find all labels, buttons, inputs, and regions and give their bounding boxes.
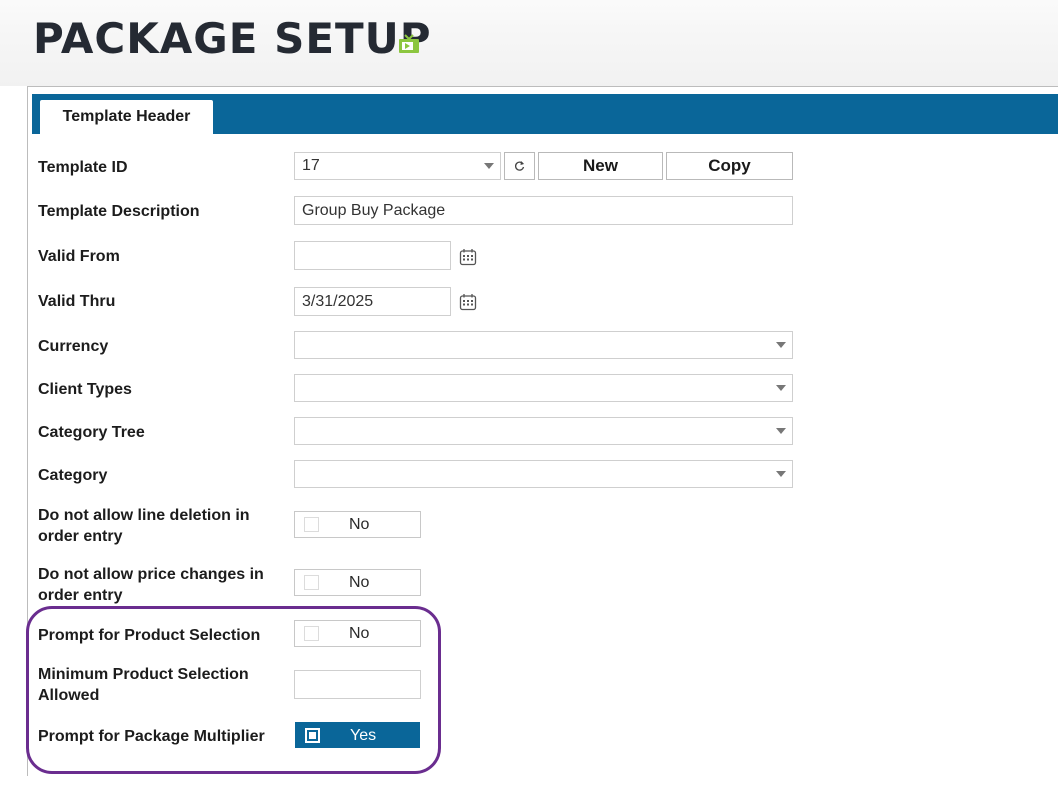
template-description-label: Template Description bbox=[38, 203, 200, 220]
no-line-deletion-label-line1: Do not allow line deletion in bbox=[38, 507, 250, 524]
valid-thru-label: Valid Thru bbox=[38, 293, 116, 310]
refresh-button[interactable] bbox=[504, 152, 535, 180]
template-id-dropdown[interactable]: 17 bbox=[294, 152, 501, 180]
template-id-value: 17 bbox=[302, 157, 320, 174]
min-product-selection-label: Minimum Product Selection Allowed bbox=[38, 664, 249, 706]
calendar-icon[interactable] bbox=[459, 293, 477, 311]
no-price-changes-label-line1: Do not allow price changes in bbox=[38, 566, 264, 583]
copy-button[interactable]: Copy bbox=[666, 152, 793, 180]
template-description-field[interactable]: Group Buy Package bbox=[294, 196, 793, 225]
chevron-down-icon[interactable] bbox=[770, 332, 792, 358]
category-tree-label: Category Tree bbox=[38, 424, 145, 441]
new-button[interactable]: New bbox=[538, 152, 663, 180]
chevron-down-icon[interactable] bbox=[770, 461, 792, 487]
no-line-deletion-value: No bbox=[349, 516, 370, 533]
valid-from-label: Valid From bbox=[38, 248, 120, 265]
valid-thru-field[interactable]: 3/31/2025 bbox=[294, 287, 451, 316]
no-price-changes-toggle[interactable]: No bbox=[294, 569, 421, 596]
no-price-changes-value: No bbox=[349, 574, 370, 591]
checkbox[interactable] bbox=[304, 517, 319, 532]
chevron-down-icon[interactable] bbox=[478, 153, 500, 179]
calendar-icon[interactable] bbox=[459, 248, 477, 266]
category-dropdown[interactable] bbox=[294, 460, 793, 488]
checkbox[interactable] bbox=[305, 728, 320, 743]
page-title: PACKAGE SETUP bbox=[33, 14, 432, 63]
prompt-product-selection-toggle[interactable]: No bbox=[294, 620, 421, 647]
tab-template-header[interactable]: Template Header bbox=[40, 100, 213, 134]
client-types-dropdown[interactable] bbox=[294, 374, 793, 402]
tv-icon[interactable] bbox=[398, 34, 420, 54]
template-id-label: Template ID bbox=[38, 159, 128, 176]
checkbox[interactable] bbox=[304, 575, 319, 590]
min-product-selection-field[interactable] bbox=[294, 670, 421, 699]
page-header: PACKAGE SETUP bbox=[0, 0, 1058, 86]
no-line-deletion-label-line2: order entry bbox=[38, 528, 123, 545]
currency-dropdown[interactable] bbox=[294, 331, 793, 359]
prompt-product-selection-value: No bbox=[349, 625, 370, 642]
prompt-package-multiplier-value: Yes bbox=[350, 727, 377, 744]
no-line-deletion-toggle[interactable]: No bbox=[294, 511, 421, 538]
category-label: Category bbox=[38, 467, 108, 484]
client-types-label: Client Types bbox=[38, 381, 132, 398]
checkbox[interactable] bbox=[304, 626, 319, 641]
prompt-package-multiplier-label: Prompt for Package Multiplier bbox=[38, 728, 265, 745]
prompt-package-multiplier-toggle[interactable]: Yes bbox=[295, 722, 420, 748]
chevron-down-icon[interactable] bbox=[770, 375, 792, 401]
category-tree-dropdown[interactable] bbox=[294, 417, 793, 445]
prompt-product-selection-label: Prompt for Product Selection bbox=[38, 627, 261, 644]
no-line-deletion-label: Do not allow line deletion in order entr… bbox=[38, 505, 250, 547]
no-price-changes-label-line2: order entry bbox=[38, 587, 123, 604]
chevron-down-icon[interactable] bbox=[770, 418, 792, 444]
valid-from-field[interactable] bbox=[294, 241, 451, 270]
refresh-icon bbox=[514, 161, 524, 171]
currency-label: Currency bbox=[38, 338, 109, 355]
min-product-selection-label-line2: Allowed bbox=[38, 687, 100, 704]
no-price-changes-label: Do not allow price changes in order entr… bbox=[38, 564, 264, 606]
min-product-selection-label-line1: Minimum Product Selection bbox=[38, 666, 249, 683]
